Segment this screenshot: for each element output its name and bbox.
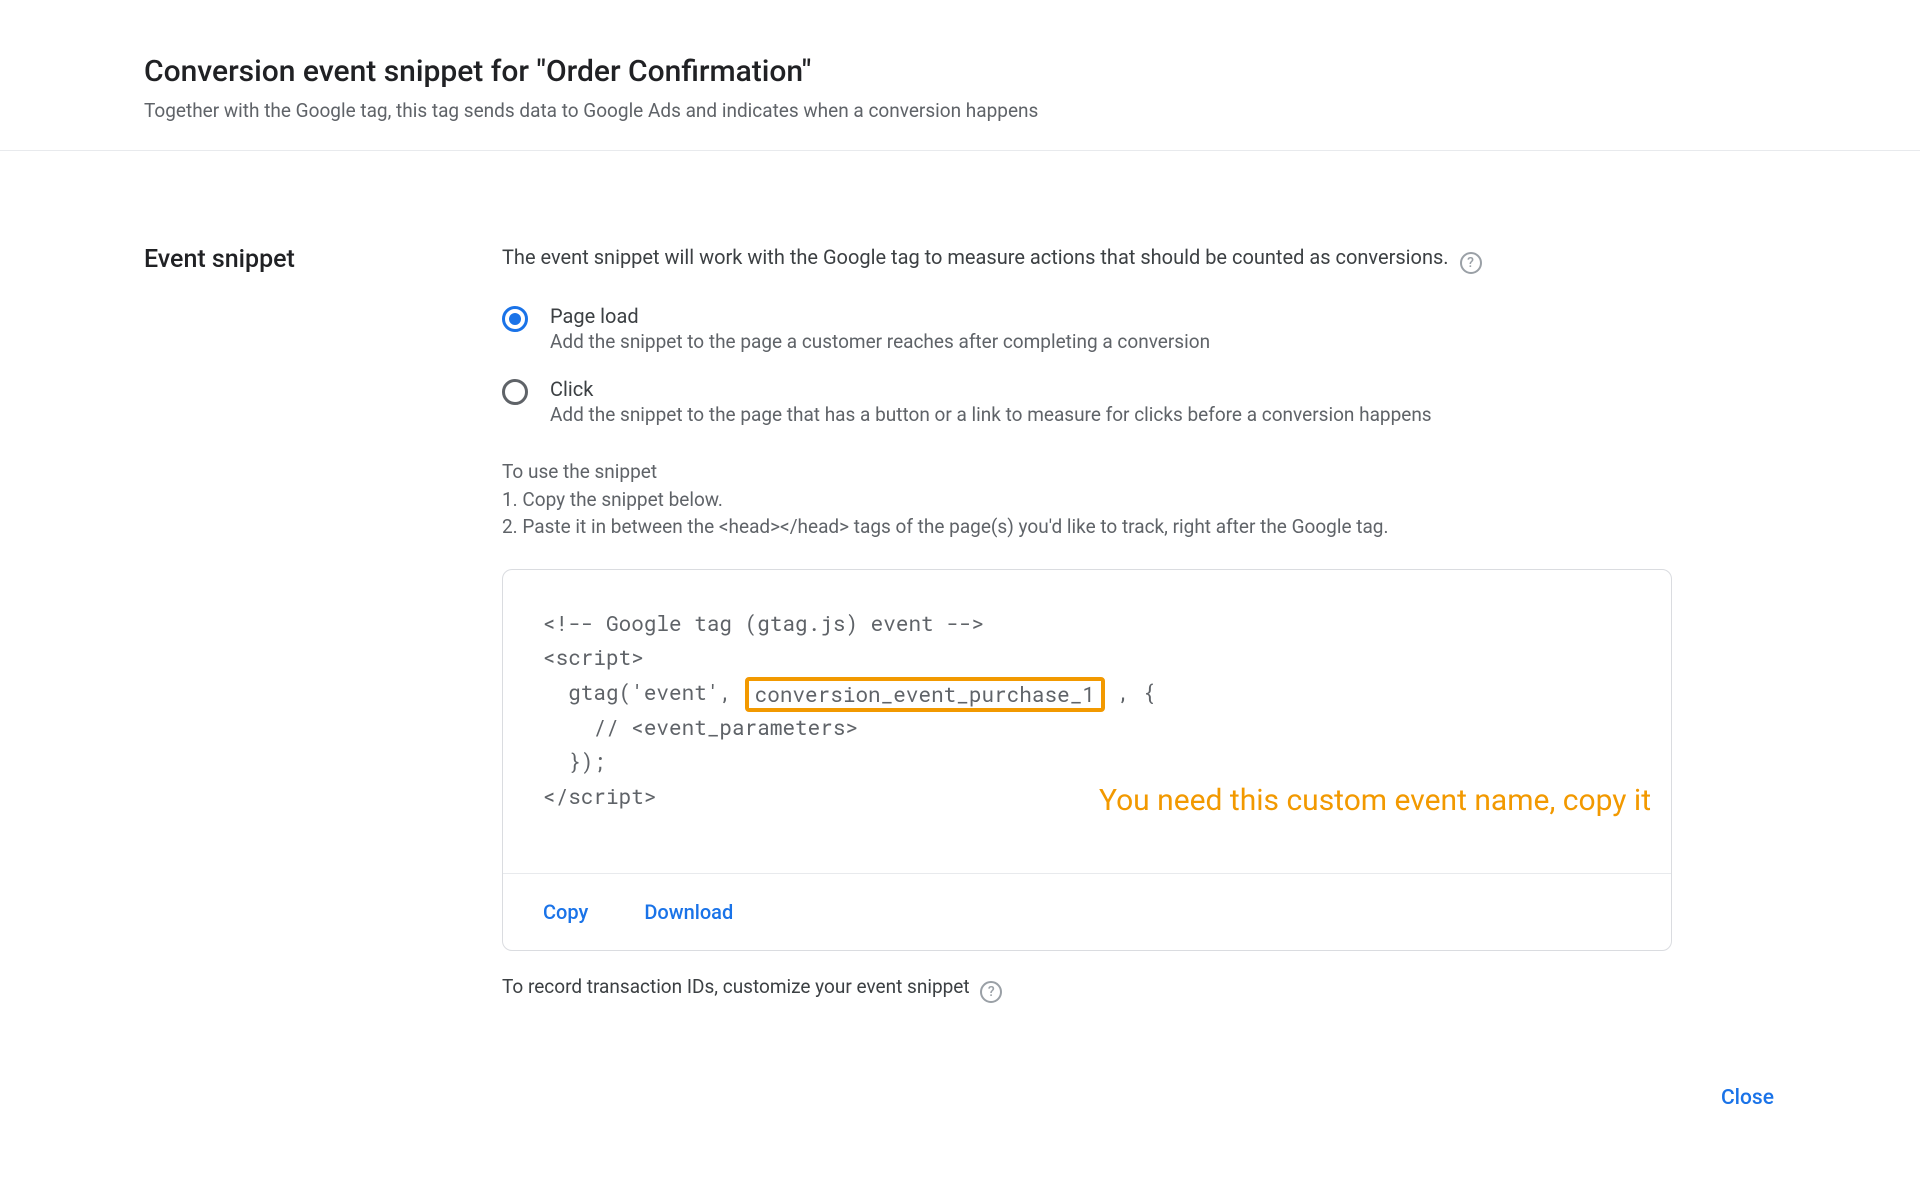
code-card-actions: Copy Download: [503, 873, 1671, 950]
section-content: The event snippet will work with the Goo…: [502, 245, 1672, 1003]
page-root: Conversion event snippet for "Order Conf…: [0, 0, 1920, 1195]
section-description-text: The event snippet will work with the Goo…: [502, 245, 1449, 269]
section-description: The event snippet will work with the Goo…: [502, 245, 1672, 274]
section-label: Event snippet: [144, 245, 502, 274]
footnote: To record transaction IDs, customize you…: [502, 975, 1672, 1003]
section-label-column: Event snippet: [144, 245, 502, 1003]
help-icon[interactable]: ?: [980, 981, 1002, 1003]
radio-click[interactable]: Click Add the snippet to the page that h…: [502, 377, 1672, 426]
copy-button[interactable]: Copy: [543, 896, 588, 928]
body-row: Event snippet The event snippet will wor…: [144, 151, 1776, 1003]
code-line-6: </script>: [543, 782, 656, 810]
help-icon[interactable]: ?: [1460, 252, 1482, 274]
radio-page-load[interactable]: Page load Add the snippet to the page a …: [502, 304, 1672, 353]
snippet-type-radio-group: Page load Add the snippet to the page a …: [502, 304, 1672, 426]
radio-icon: [502, 306, 528, 332]
radio-text: Page load Add the snippet to the page a …: [550, 304, 1210, 353]
code-line-3-pre: gtag('event',: [543, 678, 745, 706]
radio-text: Click Add the snippet to the page that h…: [550, 377, 1432, 426]
radio-sublabel: Add the snippet to the page that has a b…: [550, 403, 1432, 426]
code-line-3-post: , {: [1105, 678, 1155, 706]
radio-label: Click: [550, 377, 1432, 401]
instructions-step-1: 1. Copy the snippet below.: [502, 486, 1672, 514]
page-title: Conversion event snippet for "Order Conf…: [144, 54, 1776, 89]
highlighted-event-name: conversion_event_purchase_1: [745, 677, 1105, 712]
code-snippet[interactable]: <!-- Google tag (gtag.js) event --> <scr…: [503, 570, 1671, 874]
radio-sublabel: Add the snippet to the page a customer r…: [550, 330, 1210, 353]
annotation-callout: You need this custom event name, copy it: [1099, 776, 1651, 826]
close-button[interactable]: Close: [1715, 1085, 1780, 1111]
instructions-step-2: 2. Paste it in between the <head></head>…: [502, 513, 1672, 541]
page-subtitle: Together with the Google tag, this tag s…: [144, 99, 1776, 122]
instructions: To use the snippet 1. Copy the snippet b…: [502, 458, 1672, 541]
code-line-5: });: [543, 747, 606, 775]
code-line-2: <script>: [543, 643, 644, 671]
download-button[interactable]: Download: [644, 896, 733, 928]
footnote-text: To record transaction IDs, customize you…: [502, 975, 970, 998]
code-snippet-card: <!-- Google tag (gtag.js) event --> <scr…: [502, 569, 1672, 952]
code-line-1: <!-- Google tag (gtag.js) event -->: [543, 609, 984, 637]
radio-icon: [502, 379, 528, 405]
instructions-title: To use the snippet: [502, 458, 1672, 486]
code-line-4: // <event_parameters>: [543, 713, 858, 741]
radio-label: Page load: [550, 304, 1210, 328]
